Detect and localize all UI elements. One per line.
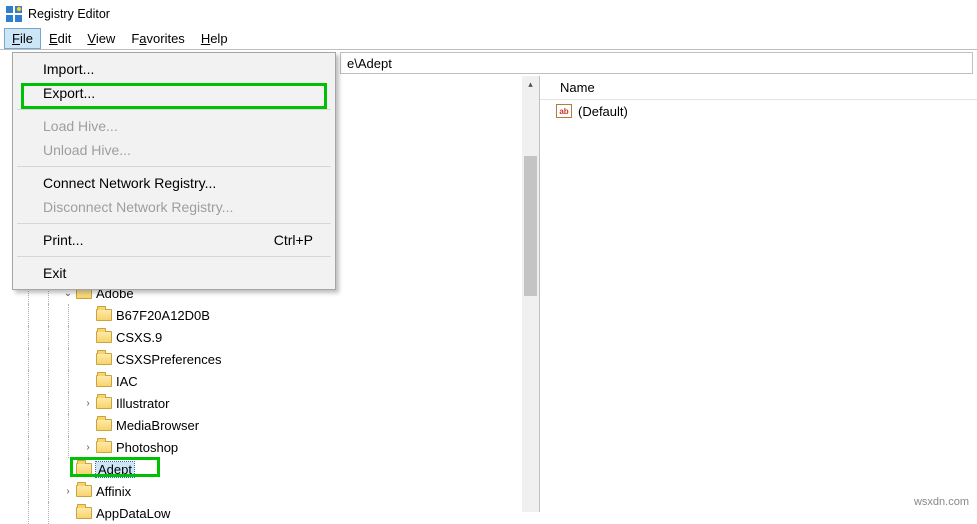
- file-menu-exit[interactable]: Exit: [15, 261, 333, 285]
- tree-node-mediabrowser[interactable]: MediaBrowser: [0, 414, 521, 436]
- file-menu-import[interactable]: Import...: [15, 57, 333, 81]
- scroll-thumb[interactable]: [524, 156, 537, 296]
- file-menu-print[interactable]: Print...Ctrl+P: [15, 228, 333, 252]
- folder-icon: [96, 419, 112, 431]
- tree-node-illustrator[interactable]: › Illustrator: [0, 392, 521, 414]
- column-header-name[interactable]: Name: [540, 76, 977, 100]
- regedit-icon: [6, 6, 22, 22]
- value-row[interactable]: ab (Default): [540, 100, 977, 122]
- adept-highlight-annotation: [70, 457, 160, 477]
- folder-icon: [96, 397, 112, 409]
- scroll-up-icon[interactable]: ▴: [522, 76, 539, 93]
- file-menu-dropdown: Import...Export... Load Hive...Unload Hiv…: [12, 52, 336, 290]
- menu-view[interactable]: View: [79, 28, 123, 49]
- tree-scrollbar[interactable]: ▴: [522, 76, 539, 512]
- tree-node-b67f20a12d0b[interactable]: B67F20A12D0B: [0, 304, 521, 326]
- string-value-icon: ab: [556, 104, 572, 118]
- tree-node-csxs-9[interactable]: CSXS.9: [0, 326, 521, 348]
- menu-separator: [17, 223, 331, 224]
- folder-icon: [96, 353, 112, 365]
- file-menu-unload-hive: Unload Hive...: [15, 138, 333, 162]
- watermark: wsxdn.com: [914, 496, 969, 508]
- title-bar: Registry Editor: [0, 0, 977, 28]
- tree-label: Illustrator: [116, 396, 169, 411]
- menu-separator: [17, 109, 331, 110]
- folder-icon: [76, 485, 92, 497]
- registry-tree[interactable]: ⌄AdobeB67F20A12D0BCSXS.9CSXSPreferencesI…: [0, 280, 521, 524]
- chevron-right-icon[interactable]: ›: [80, 398, 96, 409]
- tree-node-appdatalow[interactable]: AppDataLow: [0, 502, 521, 524]
- tree-label: CSXSPreferences: [116, 352, 222, 367]
- tree-node-photoshop[interactable]: › Photoshop: [0, 436, 521, 458]
- folder-icon: [96, 375, 112, 387]
- window-title: Registry Editor: [28, 7, 110, 21]
- values-pane: Name ab (Default): [540, 76, 977, 512]
- menu-separator: [17, 256, 331, 257]
- tree-node-adept[interactable]: Adept: [0, 458, 521, 480]
- file-menu-load-hive: Load Hive...: [15, 114, 333, 138]
- tree-label: AppDataLow: [96, 506, 170, 521]
- chevron-right-icon[interactable]: ›: [80, 442, 96, 453]
- file-menu-disconnect-network-registry: Disconnect Network Registry...: [15, 195, 333, 219]
- menu-help[interactable]: Help: [193, 28, 236, 49]
- address-input[interactable]: [340, 52, 973, 74]
- tree-label: Photoshop: [116, 440, 178, 455]
- tree-node-iac[interactable]: IAC: [0, 370, 521, 392]
- folder-icon: [96, 331, 112, 343]
- tree-label: B67F20A12D0B: [116, 308, 210, 323]
- menu-separator: [17, 166, 331, 167]
- menu-edit[interactable]: Edit: [41, 28, 79, 49]
- file-menu-export[interactable]: Export...: [15, 81, 333, 105]
- file-menu-connect-network-registry[interactable]: Connect Network Registry...: [15, 171, 333, 195]
- chevron-right-icon[interactable]: ›: [60, 486, 76, 497]
- tree-label: Affinix: [96, 484, 131, 499]
- tree-label: IAC: [116, 374, 138, 389]
- folder-icon: [76, 507, 92, 519]
- tree-node-affinix[interactable]: › Affinix: [0, 480, 521, 502]
- tree-node-csxspreferences[interactable]: CSXSPreferences: [0, 348, 521, 370]
- menu-file[interactable]: File: [4, 28, 41, 49]
- menu-favorites[interactable]: Favorites: [123, 28, 192, 49]
- tree-label: CSXS.9: [116, 330, 162, 345]
- tree-label: MediaBrowser: [116, 418, 199, 433]
- folder-icon: [96, 441, 112, 453]
- value-name: (Default): [578, 104, 628, 119]
- menu-bar: File Edit View Favorites Help: [0, 28, 977, 50]
- folder-icon: [96, 309, 112, 321]
